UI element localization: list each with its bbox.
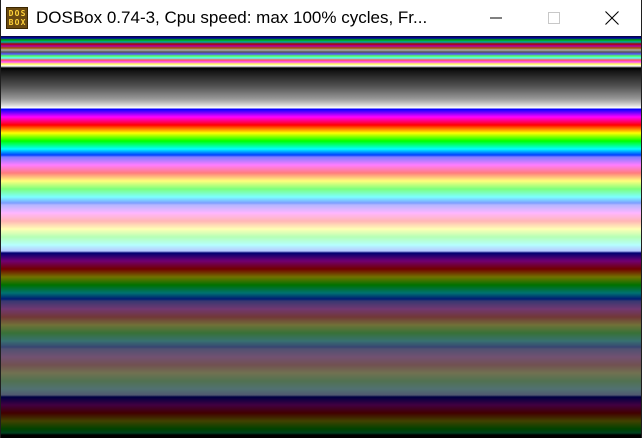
close-icon <box>605 11 619 25</box>
minimize-button[interactable] <box>467 0 525 36</box>
dosbox-app-icon[interactable]: D O S B O X <box>6 7 28 29</box>
window-controls <box>467 0 641 36</box>
minimize-icon <box>490 17 502 19</box>
title-bar[interactable]: D O S B O X DOSBox 0.74-3, Cpu speed: ma… <box>1 0 641 36</box>
dosbox-window: D O S B O X DOSBox 0.74-3, Cpu speed: ma… <box>0 0 642 438</box>
close-button[interactable] <box>583 0 641 36</box>
window-title: DOSBox 0.74-3, Cpu speed: max 100% cycle… <box>36 8 428 27</box>
maximize-button[interactable] <box>525 0 583 36</box>
maximize-icon <box>548 12 560 24</box>
app-icon-letter: S <box>20 9 26 18</box>
dos-screen-palette[interactable] <box>1 36 641 438</box>
app-icon-letter: X <box>20 18 26 27</box>
